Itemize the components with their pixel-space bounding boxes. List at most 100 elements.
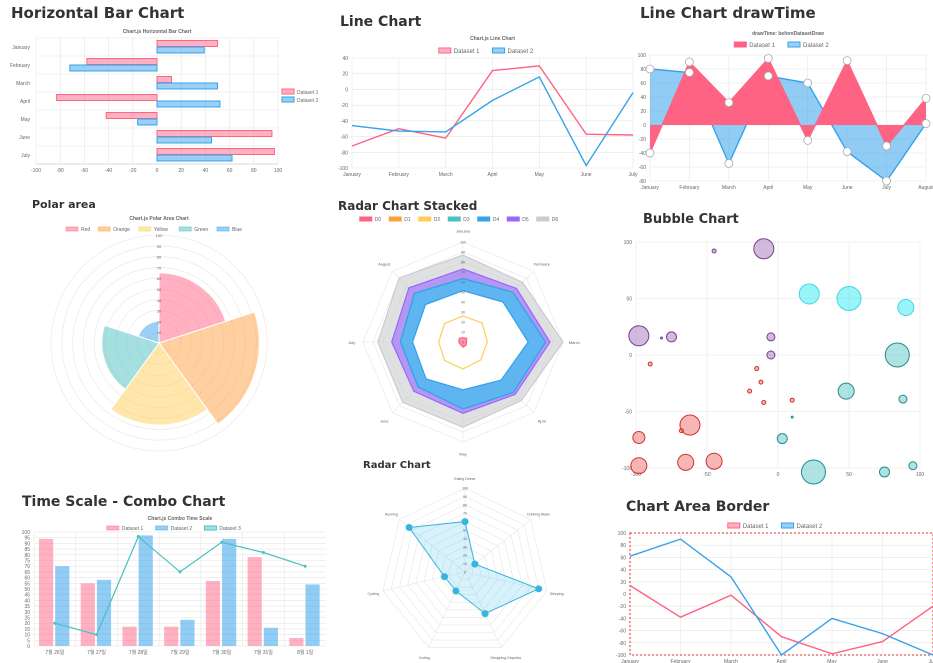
radar-r-tick: 70 <box>463 512 467 516</box>
bubble-point <box>898 394 908 404</box>
hbar-chart: Chart.js Horizontal Bar Chart -100 -80 -60 -… <box>10 29 319 174</box>
drawtime-point-dataset2 <box>645 64 655 74</box>
timescale-bar <box>305 584 320 646</box>
bubble-point <box>758 379 764 385</box>
area-border-x-tick: June <box>877 659 888 663</box>
hbar-y-tick: March <box>16 81 30 87</box>
drawtime-title: drawTime: beforeDatasetDraw <box>752 31 824 37</box>
area-border-y-tick: 40 <box>620 568 626 574</box>
line-x-tick: January <box>343 172 361 178</box>
timescale-point <box>303 564 307 568</box>
timescale-x-tick: 7월 30일 <box>212 649 231 656</box>
line-y-tick: 40 <box>342 56 348 62</box>
timescale-bar <box>180 619 195 646</box>
bubble-point <box>789 397 795 403</box>
hbar-x-tick: 80 <box>251 168 257 174</box>
bubble-x-tick: 50 <box>846 472 852 478</box>
hbar-y-tick: July <box>21 153 30 159</box>
bubble-point <box>630 457 648 475</box>
radar-panel-title: Radar Chart <box>363 460 431 471</box>
hbar-legend-swatch <box>281 96 295 103</box>
timescale-title: Chart.js Combo Time Scale <box>148 516 213 522</box>
radar-point <box>481 610 489 618</box>
timescale-legend-label: Dataset 2 <box>171 526 193 532</box>
bubble-point <box>747 388 753 394</box>
timescale-x-tick: 7월 26일 <box>45 649 64 656</box>
polar-legend-swatch <box>97 226 111 232</box>
hbar-x-tick: -100 <box>31 168 41 174</box>
radar-stacked-legend-swatch <box>536 216 550 222</box>
hbar-bar <box>156 154 233 162</box>
drawtime-point-dataset2 <box>685 68 694 77</box>
line-legend-label: Dataset 2 <box>508 49 534 55</box>
timescale-x-tick: 7월 28일 <box>129 649 148 656</box>
radar-stacked-axis-label: April <box>538 419 546 424</box>
timescale-point <box>53 621 57 625</box>
timescale-panel-title: Time Scale - Combo Chart <box>22 494 226 510</box>
radar-stacked-legend-label: D5 <box>522 217 529 223</box>
hbar-y-tick: January <box>12 45 30 51</box>
area-border-x-tick: March <box>724 659 738 663</box>
bubble-point <box>837 382 855 400</box>
drawtime-x-tick: August <box>918 185 933 191</box>
area-border-legend-label: Dataset 2 <box>797 524 823 530</box>
polar-legend-label: Red <box>81 227 90 233</box>
radar-point <box>461 518 469 526</box>
radar-stacked-r-tick: 20 <box>461 321 465 325</box>
timescale-point <box>95 633 99 637</box>
area-border-y-tick: 60 <box>620 555 626 561</box>
line-y-tick: -20 <box>341 103 348 109</box>
area-border-y-tick: 0 <box>623 592 626 598</box>
timescale-bar <box>222 538 237 646</box>
radar-axis-label: Drinking Water <box>527 512 551 516</box>
bubble-point <box>666 331 677 343</box>
drawtime-point-dataset2 <box>921 119 931 128</box>
drawtime-point-dataset1 <box>724 98 734 107</box>
timescale-x-tick: 7월 29일 <box>171 649 190 656</box>
radar-point <box>405 523 413 531</box>
radar-stacked-r-tick: 0 <box>462 341 464 345</box>
area-border-chart: Dataset 1 Dataset 2 100 80 60 40 20 0 -20 -40 -60 -… <box>616 522 933 663</box>
timescale-bar <box>164 626 179 646</box>
line-x-tick: March <box>439 172 453 178</box>
line-y-tick: 0 <box>345 87 348 93</box>
hbar-x-tick: 40 <box>203 168 209 174</box>
timescale-point <box>220 540 224 544</box>
polar-r-tick: 90 <box>157 244 162 249</box>
drawtime-point-dataset1 <box>763 54 773 63</box>
radar-stacked-legend-swatch <box>447 216 461 222</box>
area-border-legend-swatch <box>781 522 794 529</box>
radar-point <box>535 585 543 593</box>
polar-r-tick: 70 <box>157 265 162 270</box>
timescale-x-tick: 7월 27일 <box>87 649 106 656</box>
drawtime-x-tick: July <box>882 185 891 191</box>
radar-stacked-legend-swatch <box>506 216 520 222</box>
radar-stacked-chart: D0 D1 D2 D3 D4 D5 D6 January February March April M… <box>348 216 580 456</box>
polar-legend-swatch <box>138 226 152 232</box>
drawtime-y-tick: -60 <box>639 165 646 171</box>
drawtime-y-tick: -20 <box>639 137 646 143</box>
hbar-x-tick: -80 <box>57 168 64 174</box>
drawtime-x-tick: May <box>803 185 813 191</box>
radar-axis-label: Cycling <box>368 592 380 596</box>
timescale-bar <box>80 583 95 646</box>
radar-stacked-r-tick: 30 <box>461 311 465 315</box>
drawtime-x-tick: April <box>763 185 773 191</box>
bubble-point <box>801 459 826 485</box>
bubble-point <box>790 415 794 419</box>
drawtime-point-dataset1 <box>921 94 931 103</box>
area-border-y-tick: -60 <box>619 629 626 635</box>
bubble-point <box>753 238 775 260</box>
hbar-x-tick: 60 <box>227 168 233 174</box>
timescale-legend-swatch <box>106 525 120 531</box>
polar-legend-label: Blue <box>232 227 242 233</box>
timescale-y-tick: 0 <box>27 644 30 650</box>
radar-r-tick: 80 <box>463 503 467 507</box>
bubble-point <box>897 299 915 317</box>
timescale-bar <box>247 557 262 646</box>
radar-point <box>452 587 460 595</box>
polar-legend-swatch <box>216 226 230 232</box>
timescale-legend-swatch <box>203 525 217 531</box>
bubble-point <box>761 399 767 405</box>
timescale-bar <box>289 638 304 646</box>
